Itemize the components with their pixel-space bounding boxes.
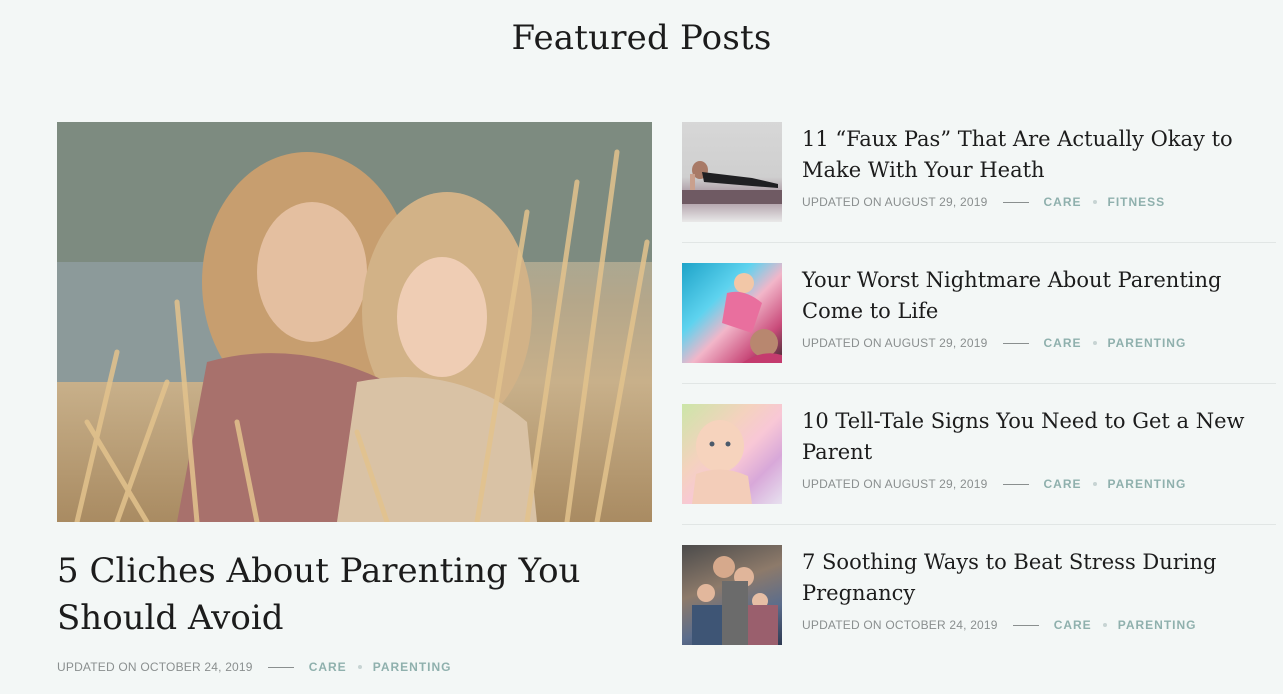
section-title: Featured Posts: [511, 18, 772, 58]
post-title[interactable]: Your Worst Nightmare About Parenting Com…: [802, 265, 1276, 327]
post-thumbnail[interactable]: [682, 122, 782, 222]
category-link[interactable]: PARENTING: [1108, 477, 1187, 491]
featured-post-main: 5 Cliches About Parenting You Should Avo…: [57, 122, 652, 674]
meta-divider: [1012, 624, 1039, 626]
category-separator: [1102, 623, 1107, 627]
post-date: UPDATED ON AUGUST 29, 2019: [802, 477, 988, 491]
list-divider: [682, 524, 1276, 525]
plank-exercise-photo: [682, 161, 782, 204]
meta-divider: [1002, 201, 1029, 203]
category-separator: [357, 665, 362, 669]
category-separator: [1092, 482, 1097, 486]
baby-photo: [692, 420, 752, 504]
post-date: UPDATED ON AUGUST 29, 2019: [802, 195, 988, 209]
post-date: UPDATED ON OCTOBER 24, 2019: [802, 618, 998, 632]
meta-divider: [1002, 483, 1029, 485]
post-date: UPDATED ON OCTOBER 24, 2019: [57, 660, 253, 674]
wheat-field-photo: [57, 122, 652, 522]
family-photo: [692, 556, 778, 645]
post-thumbnail[interactable]: [682, 404, 782, 504]
list-divider: [682, 242, 1276, 243]
category-link[interactable]: CARE: [1044, 336, 1082, 350]
category-link[interactable]: CARE: [1044, 195, 1082, 209]
category-separator: [1092, 341, 1097, 345]
list-divider: [682, 383, 1276, 384]
post-thumbnail[interactable]: [682, 545, 782, 645]
post-title[interactable]: 7 Soothing Ways to Beat Stress During Pr…: [802, 547, 1276, 609]
post-meta: UPDATED ON AUGUST 29, 2019 CARE FITNESS: [802, 195, 1276, 209]
list-item: 11 “Faux Pas” That Are Actually Okay to …: [682, 122, 1276, 222]
list-item: Your Worst Nightmare About Parenting Com…: [682, 263, 1276, 363]
child-lifted-photo: [722, 273, 782, 363]
meta-divider: [1002, 342, 1029, 344]
category-link[interactable]: CARE: [1044, 477, 1082, 491]
post-meta: UPDATED ON OCTOBER 24, 2019 CARE PARENTI…: [57, 660, 652, 674]
category-link[interactable]: PARENTING: [1108, 336, 1187, 350]
post-thumbnail[interactable]: [682, 263, 782, 363]
post-meta: UPDATED ON AUGUST 29, 2019 CARE PARENTIN…: [802, 336, 1276, 350]
category-link[interactable]: PARENTING: [373, 660, 452, 674]
list-item: 10 Tell-Tale Signs You Need to Get a New…: [682, 404, 1276, 504]
featured-post-image[interactable]: [57, 122, 652, 522]
category-link[interactable]: PARENTING: [1118, 618, 1197, 632]
category-separator: [1092, 200, 1097, 204]
post-date: UPDATED ON AUGUST 29, 2019: [802, 336, 988, 350]
featured-post-title[interactable]: 5 Cliches About Parenting You Should Avo…: [57, 548, 652, 642]
post-meta: UPDATED ON AUGUST 29, 2019 CARE PARENTIN…: [802, 477, 1276, 491]
featured-posts-list: 11 “Faux Pas” That Are Actually Okay to …: [682, 122, 1276, 645]
post-meta: UPDATED ON OCTOBER 24, 2019 CARE PARENTI…: [802, 618, 1276, 632]
post-title[interactable]: 11 “Faux Pas” That Are Actually Okay to …: [802, 124, 1276, 186]
list-item: 7 Soothing Ways to Beat Stress During Pr…: [682, 545, 1276, 645]
category-link[interactable]: FITNESS: [1108, 195, 1166, 209]
post-title[interactable]: 10 Tell-Tale Signs You Need to Get a New…: [802, 406, 1276, 468]
category-link[interactable]: CARE: [1054, 618, 1092, 632]
category-link[interactable]: CARE: [309, 660, 347, 674]
meta-divider: [267, 666, 294, 668]
